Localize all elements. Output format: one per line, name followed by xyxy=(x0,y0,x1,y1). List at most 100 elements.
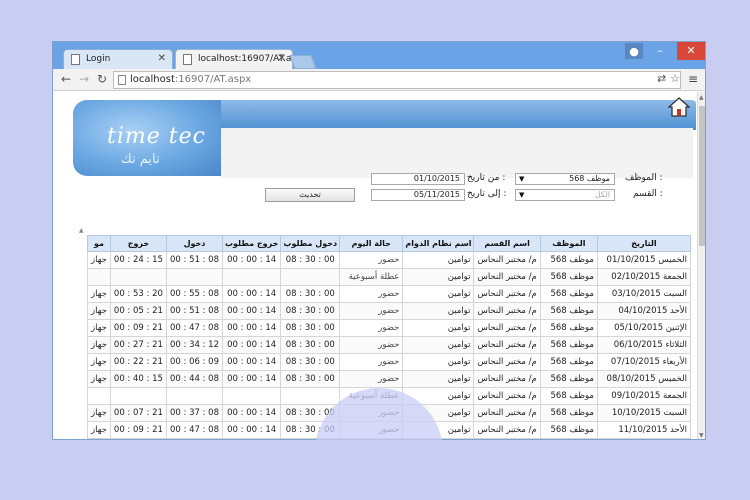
to-date-label: إلى تاريخ : xyxy=(467,189,507,199)
cell-employee: موظف 568 xyxy=(539,404,598,422)
cell-check-out xyxy=(109,268,167,286)
cell-day-status: حضور xyxy=(339,370,404,388)
cell-department: م/ مختبر النحاس xyxy=(473,438,541,439)
minimize-icon[interactable]: – xyxy=(647,42,673,60)
from-date-input[interactable]: 01/10/2015 xyxy=(371,173,465,185)
cell-source: جهاز xyxy=(87,251,111,269)
col-header-check-out[interactable]: خروج xyxy=(109,235,167,252)
cell-department: م/ مختبر النحاس xyxy=(473,421,541,439)
cell-department: م/ مختبر النحاس xyxy=(473,302,541,320)
cell-day-status: حضور xyxy=(339,285,404,303)
table-row[interactable]: الأحد 04/10/2015 موظف 568 م/ مختبر النحاس ت… xyxy=(87,302,691,320)
cell-required-in: 00 : 30 : 08 xyxy=(280,319,341,337)
cell-check-in: 08 : 44 : 00 xyxy=(165,370,224,388)
close-window-icon[interactable]: ✕ xyxy=(677,42,705,60)
table-row[interactable]: الثلاثاء 06/10/2015 موظف 568 م/ مختبر النح… xyxy=(87,336,691,354)
col-header-required-out[interactable]: خروج مطلوب xyxy=(221,235,282,252)
col-header-schedule[interactable]: اسم نظام الدوام xyxy=(402,235,475,252)
scroll-up-icon[interactable]: ▲ xyxy=(699,94,704,101)
table-row[interactable]: السبت 03/10/2015 موظف 568 م/ مختبر النحاس ت… xyxy=(87,285,691,303)
address-bar[interactable]: localhost:16907/AT.aspx xyxy=(113,71,681,89)
cell-check-in: 08 : 55 : 00 xyxy=(165,285,224,303)
cell-source: جهاز xyxy=(87,438,111,439)
page-icon xyxy=(118,75,126,85)
forward-icon[interactable]: → xyxy=(77,72,91,86)
employee-select[interactable]: ▼ موظف 568 xyxy=(515,173,615,185)
cell-schedule: توامين xyxy=(402,336,475,354)
cell-required-out: 14 : 00 : 00 xyxy=(221,353,282,371)
cell-required-out: 14 : 00 : 00 xyxy=(221,404,282,422)
col-header-check-in[interactable]: دخول xyxy=(165,235,224,252)
logo-text: time tec xyxy=(107,124,206,149)
scroll-down-icon[interactable]: ▼ xyxy=(699,432,704,439)
cell-check-in xyxy=(165,387,224,405)
reload-icon[interactable]: ↻ xyxy=(95,72,109,86)
user-icon[interactable]: ● xyxy=(625,43,643,59)
table-row[interactable]: الخميس 01/10/2015 موظف 568 م/ مختبر النحاس… xyxy=(87,251,691,269)
close-icon[interactable]: ✕ xyxy=(278,53,286,64)
star-icon[interactable]: ☆ xyxy=(670,72,680,85)
dept-select[interactable]: ▼ الكل xyxy=(515,189,615,201)
cell-employee: موظف 568 xyxy=(539,268,598,286)
col-header-department[interactable]: اسم القسم xyxy=(473,235,541,252)
cell-employee: موظف 568 xyxy=(539,387,598,405)
cell-department: م/ مختبر النحاس xyxy=(473,387,541,405)
cell-employee: موظف 568 xyxy=(539,302,598,320)
cell-date: الأحد 11/10/2015 xyxy=(596,421,691,439)
cell-source xyxy=(87,387,111,405)
cell-source: جهاز xyxy=(87,319,111,337)
cell-required-out: 14 : 00 : 00 xyxy=(221,438,282,439)
table-row[interactable]: الإثنين 05/10/2015 موظف 568 م/ مختبر النحا… xyxy=(87,319,691,337)
to-date-input[interactable]: 05/11/2015 xyxy=(371,189,465,201)
cell-required-in: 00 : 30 : 08 xyxy=(280,285,341,303)
tab-login[interactable]: Login ✕ xyxy=(63,49,173,69)
close-icon[interactable]: ✕ xyxy=(158,53,166,64)
menu-icon[interactable]: ≡ xyxy=(688,72,698,86)
col-header-required-in[interactable]: دخول مطلوب xyxy=(280,235,341,252)
cell-schedule: توامين xyxy=(402,370,475,388)
col-header-source[interactable]: مو xyxy=(87,235,111,252)
home-icon[interactable] xyxy=(668,96,690,118)
back-icon[interactable]: ← xyxy=(59,72,73,86)
cell-source: جهاز xyxy=(87,353,111,371)
cell-required-out xyxy=(221,387,282,405)
table-row[interactable]: الخميس 08/10/2015 موظف 568 م/ مختبر النحاس… xyxy=(87,370,691,388)
table-row[interactable]: الجمعة 02/10/2015 موظف 568 م/ مختبر النحاس… xyxy=(87,268,691,286)
cell-date: الإثنين 05/10/2015 xyxy=(596,319,691,337)
cell-schedule: توامين xyxy=(402,251,475,269)
new-tab-button[interactable] xyxy=(289,55,317,69)
cell-schedule: توامين xyxy=(402,353,475,371)
cell-required-in xyxy=(280,268,341,286)
cell-required-out: 14 : 00 : 00 xyxy=(221,319,282,337)
cell-employee: موظف 568 xyxy=(539,370,598,388)
scroll-thumb[interactable] xyxy=(699,106,705,246)
cell-required-in: 00 : 30 : 08 xyxy=(280,353,341,371)
tab-at-page[interactable]: localhost:16907/AT.aspx ✕ xyxy=(175,49,307,69)
cell-schedule: توامين xyxy=(402,302,475,320)
employee-value: موظف 568 xyxy=(569,174,610,183)
col-header-employee[interactable]: الموظف xyxy=(539,235,598,252)
cell-required-in xyxy=(280,387,341,405)
cell-date: الخميس 01/10/2015 xyxy=(596,251,691,269)
cell-check-out: 15 : 40 : 00 xyxy=(109,370,167,388)
col-header-date[interactable]: التاريخ xyxy=(596,235,691,252)
cell-required-out xyxy=(221,268,282,286)
cell-department: م/ مختبر النحاس xyxy=(473,370,541,388)
translate-icon[interactable]: ⇄ xyxy=(657,72,666,85)
cell-schedule: توامين xyxy=(402,285,475,303)
refresh-button[interactable]: تحديث xyxy=(265,188,355,202)
cell-check-out: 21 : 07 : 00 xyxy=(109,404,167,422)
cell-day-status: عطلة أسبوعية xyxy=(339,268,404,286)
cell-schedule: توامين xyxy=(402,268,475,286)
table-row[interactable]: الأربعاء 07/10/2015 موظف 568 م/ مختبر النح… xyxy=(87,353,691,371)
table-scroll-up-icon[interactable]: ▲ xyxy=(79,227,84,234)
cell-date: الجمعة 02/10/2015 xyxy=(596,268,691,286)
cell-employee: موظف 568 xyxy=(539,353,598,371)
cell-source xyxy=(87,268,111,286)
cell-check-in: 08 : 47 : 00 xyxy=(165,421,224,439)
cell-date: السبت 03/10/2015 xyxy=(596,285,691,303)
cell-check-in: 08 : 51 : 00 xyxy=(165,302,224,320)
page-scrollbar[interactable]: ▲ ▼ xyxy=(697,92,705,439)
cell-required-in: 00 : 30 : 08 xyxy=(280,336,341,354)
col-header-day-status[interactable]: حالة اليوم xyxy=(339,235,404,252)
